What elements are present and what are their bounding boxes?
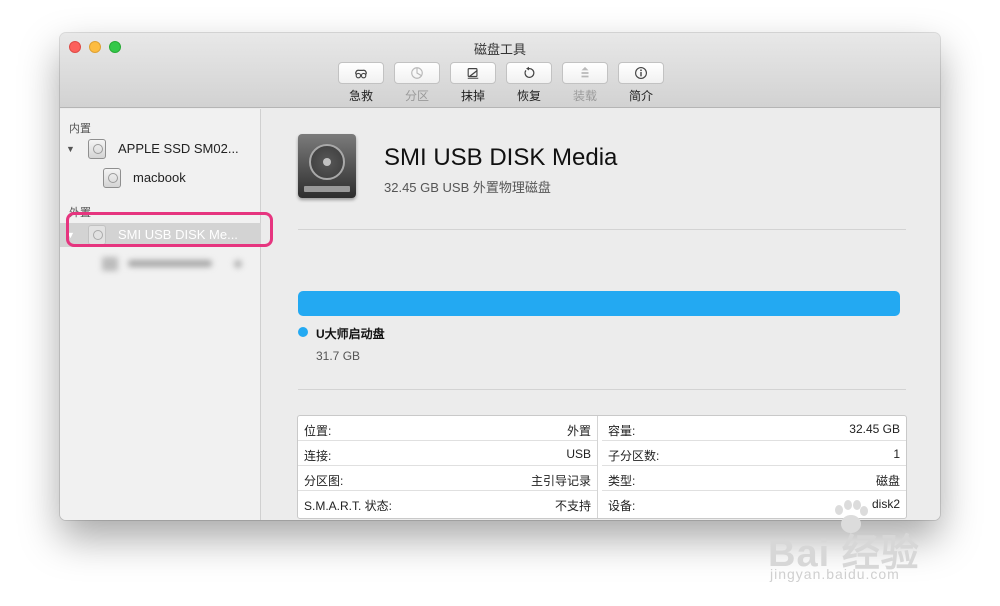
sidebar-item-macbook[interactable]: macbook xyxy=(60,166,261,190)
info-key: 设备: xyxy=(608,499,636,513)
disk-subtitle: 32.45 GB USB 外置物理磁盘 xyxy=(384,180,551,195)
first-aid-button[interactable] xyxy=(338,62,384,84)
partition-size: 31.7 GB xyxy=(316,349,361,363)
first-aid-tool[interactable]: 急救 xyxy=(338,62,384,104)
restore-label: 恢复 xyxy=(516,89,541,103)
usage-bar xyxy=(298,291,900,316)
internal-disk-icon xyxy=(88,139,106,159)
main-content: SMI USB DISK Media 32.45 GB USB 外置物理磁盘 U… xyxy=(262,109,940,520)
info-key: 连接: xyxy=(304,449,332,463)
first-aid-label: 急救 xyxy=(348,89,373,103)
erase-tool[interactable]: 抹掉 xyxy=(450,62,496,104)
blurred-volume-icon xyxy=(102,257,118,271)
info-label: 简介 xyxy=(628,89,653,103)
partition-button[interactable] xyxy=(394,62,440,84)
mount-icon xyxy=(581,66,589,78)
first-aid-icon xyxy=(355,69,367,79)
restore-icon xyxy=(524,66,535,78)
sidebar-item-apple-ssd[interactable]: ▼ APPLE SSD SM02... xyxy=(60,137,261,161)
info-key: 子分区数: xyxy=(608,449,660,463)
window-title: 磁盘工具 xyxy=(473,42,526,57)
disk-utility-window: 磁盘工具 急救 分区 抹掉 恢复 装载 简介 内置 ▼ APPLE SSD SM… xyxy=(60,33,940,520)
table-row: 分区图: 主引导记录 xyxy=(298,466,597,491)
sidebar: 内置 ▼ APPLE SSD SM02... macbook 外置 ▼ SMI … xyxy=(60,109,261,520)
table-row: 位置: 外置 xyxy=(298,416,597,441)
volume-icon xyxy=(103,168,121,188)
restore-tool[interactable]: 恢复 xyxy=(506,62,552,104)
info-key: S.M.A.R.T. 状态: xyxy=(304,499,393,513)
divider xyxy=(298,229,906,230)
sidebar-item-label: macbook xyxy=(133,170,186,185)
table-row: S.M.A.R.T. 状态: 不支持 xyxy=(298,491,597,516)
disk-title: SMI USB DISK Media xyxy=(384,144,618,171)
info-value: USB xyxy=(566,447,591,461)
table-row: 类型: 磁盘 xyxy=(602,466,906,491)
partition-name: U大师启动盘 xyxy=(316,327,385,341)
info-value: 1 xyxy=(893,447,900,461)
divider xyxy=(298,389,906,390)
table-row: 子分区数: 1 xyxy=(602,441,906,466)
disclosure-triangle-icon[interactable]: ▼ xyxy=(66,144,75,154)
info-value: 不支持 xyxy=(554,499,591,513)
partition-icon xyxy=(411,67,423,79)
external-drive-icon xyxy=(298,134,356,198)
info-tool[interactable]: 简介 xyxy=(618,62,664,104)
erase-icon xyxy=(467,68,479,79)
partition-color-dot xyxy=(298,327,308,337)
info-key: 分区图: xyxy=(304,474,344,488)
restore-button[interactable] xyxy=(506,62,552,84)
partition-tool[interactable]: 分区 xyxy=(394,62,440,104)
info-value: 32.45 GB xyxy=(849,422,900,436)
info-value: 主引导记录 xyxy=(530,474,591,488)
eject-icon xyxy=(234,260,242,268)
info-value: 磁盘 xyxy=(875,474,900,488)
info-button[interactable] xyxy=(618,62,664,84)
info-key: 位置: xyxy=(304,424,332,438)
info-value: 外置 xyxy=(566,424,591,438)
blurred-volume-label xyxy=(128,260,212,267)
annotation-highlight-ring xyxy=(66,212,273,247)
sidebar-item-label: APPLE SSD SM02... xyxy=(118,141,239,156)
mount-button[interactable] xyxy=(562,62,608,84)
watermark-url: jingyan.baidu.com xyxy=(770,566,900,582)
blurred-volume-row[interactable] xyxy=(102,254,252,272)
baidu-watermark: Bai 经验 jingyan.baidu.com xyxy=(768,500,988,590)
section-internal-header: 内置 xyxy=(69,123,91,135)
table-row: 容量: 32.45 GB xyxy=(602,416,906,441)
info-column-left: 位置: 外置 连接: USB 分区图: 主引导记录 S.M.A.R.T. 状态:… xyxy=(298,416,598,518)
mount-label: 装载 xyxy=(572,89,597,103)
mount-tool[interactable]: 装载 xyxy=(562,62,608,104)
table-row: 连接: USB xyxy=(298,441,597,466)
info-icon xyxy=(635,67,647,79)
erase-button[interactable] xyxy=(450,62,496,84)
info-key: 容量: xyxy=(608,424,636,438)
partition-label: 分区 xyxy=(404,89,429,103)
erase-label: 抹掉 xyxy=(460,89,485,103)
title-bar: 磁盘工具 急救 分区 抹掉 恢复 装载 简介 xyxy=(60,33,940,108)
info-key: 类型: xyxy=(608,474,636,488)
